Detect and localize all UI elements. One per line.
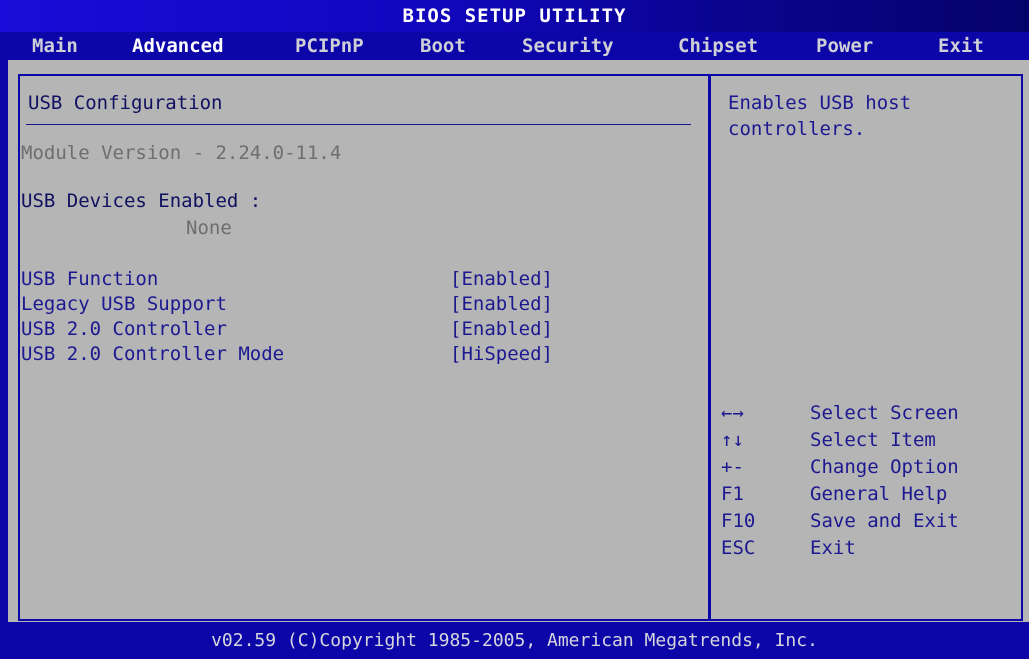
setting-label: Legacy USB Support (21, 293, 227, 315)
module-version: Module Version - 2.24.0-11.4 (21, 142, 342, 164)
setting-value: [HiSpeed] (450, 343, 553, 365)
key-hint-select-screen: Select Screen (810, 402, 959, 424)
setting-value: [Enabled] (450, 268, 553, 290)
setting-value: [Enabled] (450, 293, 553, 315)
menu-bar: Main Advanced PCIPnP Boot Security Chips… (0, 32, 1029, 60)
menu-item-advanced[interactable]: Advanced (132, 32, 224, 60)
menu-item-exit[interactable]: Exit (938, 32, 984, 60)
usb-devices-label: USB Devices Enabled : (21, 190, 262, 212)
section-separator (26, 124, 691, 125)
setting-label: USB Function (21, 268, 159, 290)
key-hint-f10: F10 (721, 510, 756, 532)
window-title: BIOS SETUP UTILITY (0, 0, 1029, 32)
menu-item-security[interactable]: Security (522, 32, 614, 60)
menu-item-main[interactable]: Main (32, 32, 78, 60)
key-hint-general-help: General Help (810, 483, 948, 505)
copyright-footer: v02.59 (C)Copyright 1985-2005, American … (0, 622, 1029, 659)
key-hint-esc: ESC (721, 537, 756, 559)
content-panel: USB Configuration Module Version - 2.24.… (8, 60, 1029, 622)
panel-divider (708, 74, 711, 621)
setting-label: USB 2.0 Controller Mode (21, 343, 285, 365)
menu-item-power[interactable]: Power (816, 32, 873, 60)
key-hint-plus-minus: +- (721, 456, 744, 478)
key-hint-save-and-exit: Save and Exit (810, 510, 959, 532)
key-hint-arrows-ud: ↑↓ (721, 429, 744, 451)
key-hint-exit: Exit (810, 537, 856, 559)
key-hint-f1: F1 (721, 483, 744, 505)
key-hint-change-option: Change Option (810, 456, 959, 478)
menu-item-boot[interactable]: Boot (420, 32, 466, 60)
usb-devices-value: None (186, 217, 232, 239)
setting-value: [Enabled] (450, 318, 553, 340)
key-hint-arrows-lr: ←→ (721, 402, 744, 424)
section-title: USB Configuration (28, 92, 223, 114)
menu-item-chipset[interactable]: Chipset (678, 32, 758, 60)
setting-label: USB 2.0 Controller (21, 318, 227, 340)
key-hint-select-item: Select Item (810, 429, 936, 451)
menu-item-pcipnp[interactable]: PCIPnP (295, 32, 364, 60)
help-description: Enables USB host controllers. (728, 92, 912, 140)
